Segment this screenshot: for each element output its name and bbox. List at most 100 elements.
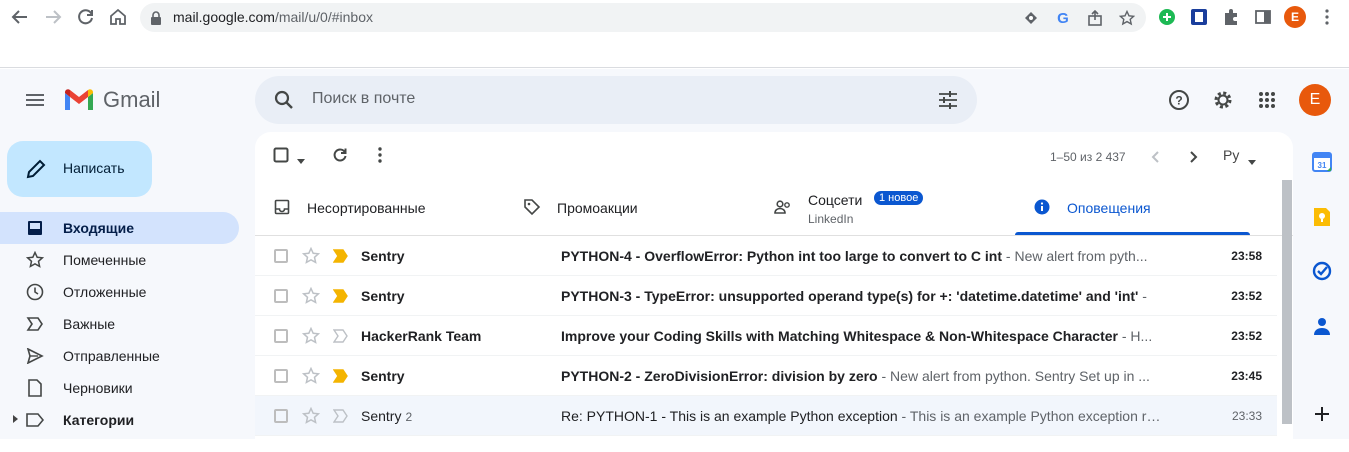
sidebar-item-inbox[interactable]: Входящие xyxy=(0,212,239,244)
contacts-button[interactable] xyxy=(1311,315,1333,337)
calendar-button[interactable]: 31 xyxy=(1311,151,1333,173)
older-page-button[interactable] xyxy=(1151,150,1159,168)
search-options-icon[interactable] xyxy=(937,89,959,111)
star-icon[interactable] xyxy=(302,247,320,265)
settings-button[interactable] xyxy=(1211,88,1235,112)
sidebar-item-label: Помеченные xyxy=(63,252,147,268)
star-icon xyxy=(26,251,44,269)
home-icon xyxy=(110,8,126,25)
side-panel-icon[interactable] xyxy=(1252,6,1274,28)
table-row[interactable]: Sentry PYTHON-2 - ZeroDivisionError: divi… xyxy=(255,356,1277,396)
help-icon: ? xyxy=(1169,90,1189,110)
bookmark-star-icon[interactable] xyxy=(1118,9,1136,27)
star-icon[interactable] xyxy=(302,287,320,305)
subject-line: Improve your Coding Skills with Matching… xyxy=(561,328,1165,344)
tab-label: Оповещения xyxy=(1067,200,1151,216)
address-bar[interactable]: mail.google.com/mail/u/0/#inbox G xyxy=(140,3,1146,32)
account-avatar[interactable]: E xyxy=(1299,84,1331,116)
google-translate-icon[interactable]: G xyxy=(1054,9,1072,27)
sidebar-item-sent[interactable]: Отправленные xyxy=(0,340,239,372)
refresh-button[interactable] xyxy=(332,147,348,168)
extensions-puzzle-icon[interactable] xyxy=(1220,6,1242,28)
browser-profile-avatar[interactable]: E xyxy=(1284,6,1306,28)
table-row[interactable]: Sentry 2 Re: PYTHON-1 - This is an example… xyxy=(255,396,1277,436)
back-button[interactable] xyxy=(8,5,32,29)
tracking-icon[interactable] xyxy=(1022,9,1040,27)
sidebar-item-important[interactable]: Важные xyxy=(0,308,239,340)
browser-menu-icon[interactable] xyxy=(1316,6,1338,28)
sidebar-item-categories[interactable]: Категории xyxy=(0,404,239,436)
keep-icon xyxy=(1314,208,1330,226)
calendar-icon: 31 xyxy=(1312,152,1332,172)
row-checkbox[interactable] xyxy=(274,289,288,303)
forward-button[interactable] xyxy=(41,5,65,29)
star-icon[interactable] xyxy=(302,327,320,345)
lock-icon xyxy=(151,11,161,25)
tab-social[interactable]: Соцсети 1 новое LinkedIn xyxy=(756,181,1011,235)
email-snippet: - xyxy=(1138,288,1147,304)
select-dropdown-button[interactable] xyxy=(296,152,306,170)
reload-button[interactable] xyxy=(74,5,98,29)
input-tools-button[interactable]: Ру xyxy=(1223,147,1239,163)
tasks-button[interactable] xyxy=(1311,260,1333,282)
contacts-icon xyxy=(1314,318,1330,335)
sidebar-item-starred[interactable]: Помеченные xyxy=(0,244,239,276)
row-checkbox[interactable] xyxy=(274,249,288,263)
row-checkbox[interactable] xyxy=(274,409,288,423)
email-subject: PYTHON-4 - OverflowError: Python int too… xyxy=(561,248,1003,264)
new-count-badge: 1 новое xyxy=(874,191,924,205)
tab-sub-label: LinkedIn xyxy=(808,212,854,226)
scrollbar[interactable] xyxy=(1282,180,1292,424)
sidebar-item-label: Черновики xyxy=(63,380,133,396)
row-checkbox[interactable] xyxy=(274,369,288,383)
table-row[interactable]: HackerRank Team Improve your Coding Skill… xyxy=(255,316,1277,356)
star-icon[interactable] xyxy=(302,407,320,425)
home-button[interactable] xyxy=(106,5,130,29)
extension-blue-icon[interactable] xyxy=(1188,6,1210,28)
important-marker-icon[interactable] xyxy=(333,369,349,383)
compose-button[interactable]: Написать xyxy=(7,141,152,197)
star-icon[interactable] xyxy=(302,367,320,385)
more-actions-button[interactable] xyxy=(378,147,382,168)
search-bar[interactable]: Поиск в почте xyxy=(255,76,977,124)
search-input[interactable]: Поиск в почте xyxy=(312,90,415,108)
sidebar-item-drafts[interactable]: Черновики xyxy=(0,372,239,404)
important-marker-icon[interactable] xyxy=(333,329,349,343)
tab-promotions[interactable]: Промоакции xyxy=(505,181,755,235)
add-addon-button[interactable] xyxy=(1311,403,1333,425)
important-marker-icon[interactable] xyxy=(333,289,349,303)
important-icon xyxy=(26,315,44,333)
important-marker-icon[interactable] xyxy=(333,249,349,263)
gmail-m-icon xyxy=(65,89,93,110)
important-marker-icon[interactable] xyxy=(333,409,349,423)
hamburger-icon xyxy=(26,94,44,106)
email-subject: PYTHON-2 - ZeroDivisionError: division b… xyxy=(561,368,878,384)
keep-button[interactable] xyxy=(1311,206,1333,228)
select-all-checkbox[interactable] xyxy=(273,147,289,168)
tasks-icon xyxy=(1312,261,1332,281)
email-snippet: - This is an example Python exception ra… xyxy=(897,408,1165,424)
expand-caret-icon[interactable] xyxy=(13,415,18,423)
input-tools-dropdown[interactable] xyxy=(1247,153,1257,171)
tab-updates[interactable]: Оповещения xyxy=(1015,181,1250,235)
sidebar-item-snoozed[interactable]: Отложенные xyxy=(0,276,239,308)
email-snippet: - New alert from python. Sentry Set up i… xyxy=(877,368,1150,384)
row-checkbox[interactable] xyxy=(274,329,288,343)
pencil-icon xyxy=(26,159,46,179)
tab-primary[interactable]: Несортированные xyxy=(255,181,505,235)
gmail-logo[interactable]: Gmail xyxy=(63,87,160,113)
email-time: 23:52 xyxy=(1231,289,1262,303)
subject-line: PYTHON-2 - ZeroDivisionError: division b… xyxy=(561,368,1165,384)
compose-label: Написать xyxy=(63,160,125,176)
table-row[interactable]: Sentry PYTHON-4 - OverflowError: Python i… xyxy=(255,236,1277,276)
svg-text:?: ? xyxy=(1175,94,1182,108)
table-row[interactable]: Sentry PYTHON-3 - TypeError: unsupported … xyxy=(255,276,1277,316)
extension-green-icon[interactable] xyxy=(1156,6,1178,28)
apps-button[interactable] xyxy=(1255,88,1279,112)
main-menu-button[interactable] xyxy=(22,89,48,111)
search-icon[interactable] xyxy=(273,89,295,111)
newer-page-button[interactable] xyxy=(1190,150,1198,168)
share-icon[interactable] xyxy=(1086,9,1104,27)
support-button[interactable]: ? xyxy=(1167,88,1191,112)
subject-line: Re: PYTHON-1 - This is an example Python… xyxy=(561,408,1165,424)
